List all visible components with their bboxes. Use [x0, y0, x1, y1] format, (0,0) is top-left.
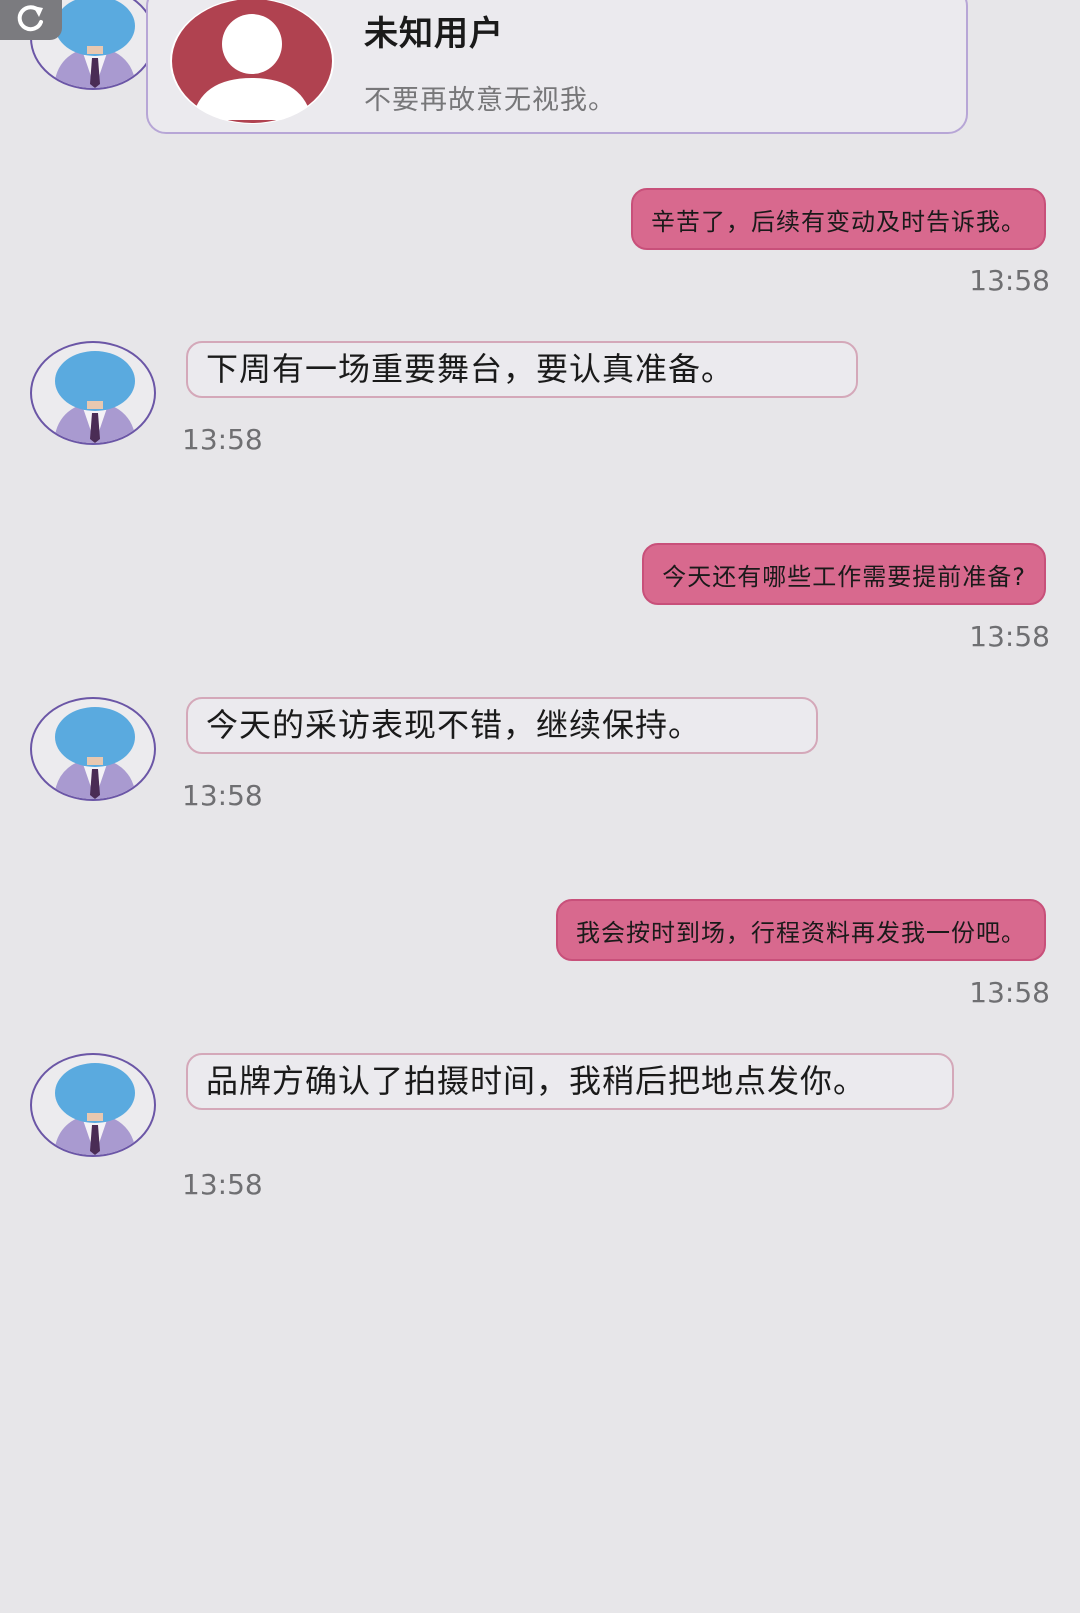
message-text: 下周有一场重要舞台，要认真准备。 [206, 350, 735, 388]
incoming-message-bubble[interactable]: 下周有一场重要舞台，要认真准备。 [186, 341, 858, 398]
message-text: 我会按时到场，行程资料再发我一份吧。 [576, 918, 1026, 947]
person-in-suit-avatar-icon [54, 1063, 136, 1155]
incoming-message-bubble[interactable]: 品牌方确认了拍摄时间，我稍后把地点发你。 [186, 1053, 954, 1110]
message-timestamp: 13:58 [182, 779, 263, 812]
outgoing-message-bubble[interactable]: 我会按时到场，行程资料再发我一份吧。 [556, 899, 1046, 961]
person-in-suit-avatar-icon [54, 351, 136, 443]
message-text: 辛苦了，后续有变动及时告诉我。 [651, 207, 1026, 236]
notification-card[interactable]: 未知用户 不要再故意无视我。 [146, 0, 968, 134]
message-timestamp: 13:58 [182, 423, 263, 456]
notification-sender-name: 未知用户 [364, 14, 504, 54]
default-user-avatar-icon [170, 0, 334, 124]
message-timestamp: 13:58 [969, 620, 1050, 653]
message-text: 今天的采访表现不错，继续保持。 [206, 706, 702, 744]
message-timestamp: 13:58 [969, 976, 1050, 1009]
outgoing-message-bubble[interactable]: 辛苦了，后续有变动及时告诉我。 [631, 188, 1046, 250]
notification-message: 不要再故意无视我。 [364, 85, 616, 116]
incoming-message-bubble[interactable]: 今天的采访表现不错，继续保持。 [186, 697, 818, 754]
person-in-suit-avatar-icon [54, 707, 136, 799]
refresh-icon [13, 2, 49, 38]
refresh-button[interactable] [0, 0, 62, 40]
message-text: 品牌方确认了拍摄时间，我稍后把地点发你。 [206, 1062, 867, 1100]
outgoing-message-bubble[interactable]: 今天还有哪些工作需要提前准备? [642, 543, 1046, 605]
message-timestamp: 13:58 [969, 264, 1050, 297]
contact-avatar[interactable] [30, 341, 156, 445]
message-text: 今天还有哪些工作需要提前准备? [662, 562, 1026, 591]
contact-avatar[interactable] [30, 1053, 156, 1157]
contact-avatar[interactable] [30, 697, 156, 801]
message-timestamp: 13:58 [182, 1168, 263, 1201]
